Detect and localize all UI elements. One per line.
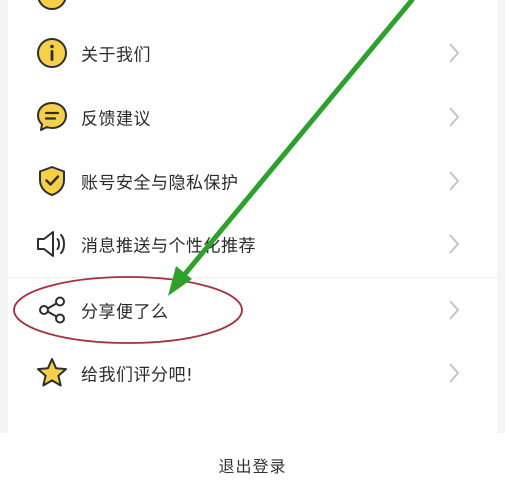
share-icon <box>35 293 69 327</box>
info-icon <box>35 36 69 70</box>
logout-button[interactable]: 退出登录 <box>0 433 505 491</box>
menu-item-about-us[interactable]: 关于我们 <box>8 21 497 84</box>
menu-item-label: 给我们评分吧! <box>81 365 194 385</box>
partial-item-icon <box>37 0 67 10</box>
menu-item-account-security[interactable]: 账号安全与隐私保护 <box>8 149 497 212</box>
speaker-icon <box>35 227 69 261</box>
star-icon <box>35 356 69 390</box>
partial-menu-item-top[interactable] <box>8 0 497 14</box>
shield-check-icon <box>35 164 69 198</box>
chevron-right-icon <box>447 362 461 384</box>
menu-item-share-app[interactable]: 分享便了么 <box>8 278 497 341</box>
chevron-right-icon <box>447 170 461 192</box>
settings-menu-card: 关于我们 反馈建议 账号安全与隐私保护 消息推送与个性化推荐 分享便了么 给我们… <box>8 0 497 433</box>
chevron-right-icon <box>447 42 461 64</box>
logout-label: 退出登录 <box>218 457 287 476</box>
menu-item-rate-us[interactable]: 给我们评分吧! <box>8 341 497 404</box>
menu-item-feedback[interactable]: 反馈建议 <box>8 85 497 148</box>
menu-item-label: 账号安全与隐私保护 <box>81 173 239 193</box>
menu-item-label: 消息推送与个性化推荐 <box>81 236 256 256</box>
chevron-right-icon <box>447 233 461 255</box>
menu-item-label: 分享便了么 <box>81 302 169 322</box>
menu-item-label: 关于我们 <box>81 45 151 65</box>
chat-bubble-icon <box>35 100 69 134</box>
chevron-right-icon <box>447 299 461 321</box>
menu-item-label: 反馈建议 <box>81 109 151 129</box>
menu-item-push-personalization[interactable]: 消息推送与个性化推荐 <box>8 212 497 275</box>
chevron-right-icon <box>447 106 461 128</box>
